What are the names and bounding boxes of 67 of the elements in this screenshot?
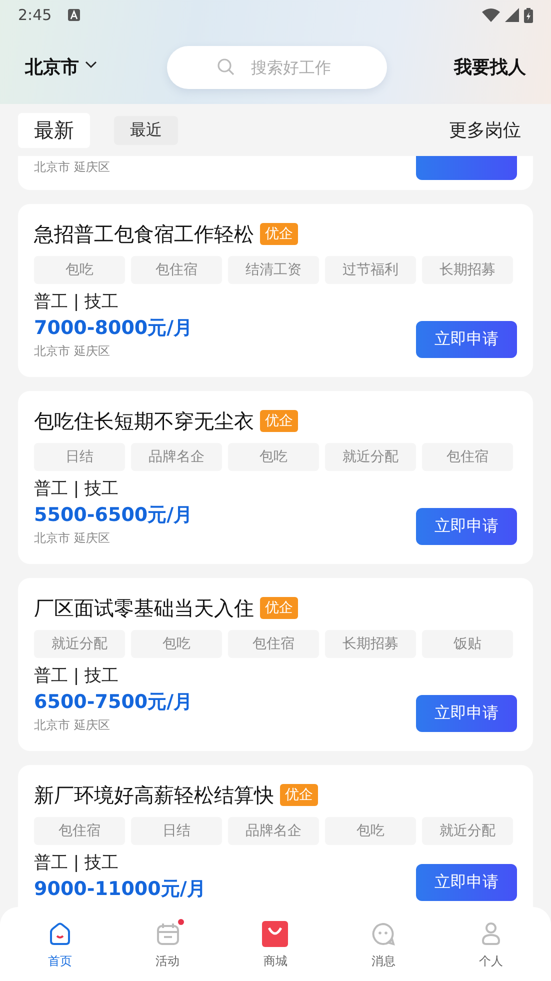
tag: 日结 xyxy=(131,817,222,845)
find-people-link[interactable]: 我要找人 xyxy=(454,55,526,79)
wifi-icon xyxy=(482,8,500,22)
tag: 饭贴 xyxy=(422,630,513,658)
calendar-icon xyxy=(156,922,180,946)
tag: 包住宿 xyxy=(422,443,513,471)
shopping-bag-icon xyxy=(262,921,288,947)
tag: 长期招募 xyxy=(422,256,513,284)
salary-text: 9000-11000元/月 xyxy=(34,877,206,902)
nav-tab[interactable]: 商城 xyxy=(245,921,306,970)
tag: 包住宿 xyxy=(228,630,319,658)
location-text: 北京市 延庆区 xyxy=(34,717,111,734)
job-category: 普工 | 技工 xyxy=(34,852,120,875)
signal-icon xyxy=(505,8,519,22)
location-text: 北京市 延庆区 xyxy=(34,343,111,360)
chevron-down-icon xyxy=(85,61,97,69)
notification-icon xyxy=(68,9,80,21)
tag: 长期招募 xyxy=(325,630,416,658)
badge: 优企 xyxy=(280,784,318,806)
more-jobs-link[interactable]: 更多岗位 xyxy=(449,118,521,142)
badge: 优企 xyxy=(260,223,298,245)
tab[interactable]: 最新 xyxy=(18,112,90,148)
tag: 品牌名企 xyxy=(228,817,319,845)
tag: 包住宿 xyxy=(131,256,222,284)
person-icon xyxy=(481,922,502,946)
tag: 包吃 xyxy=(34,256,125,284)
nav-tab[interactable]: 活动 xyxy=(138,921,198,970)
badge: 优企 xyxy=(260,597,298,619)
job-category: 普工 | 技工 xyxy=(34,291,120,314)
badge: 优企 xyxy=(260,410,298,432)
tag: 包住宿 xyxy=(34,817,125,845)
tag: 品牌名企 xyxy=(131,443,222,471)
apply-button[interactable]: 立即申请 xyxy=(416,864,517,901)
tag: 就近分配 xyxy=(422,817,513,845)
tab[interactable]: 最近 xyxy=(114,116,178,144)
nav-tab[interactable]: 消息 xyxy=(353,921,414,970)
city-selector[interactable]: 北京市 xyxy=(25,55,167,79)
apply-button[interactable]: 立即申请 xyxy=(416,321,517,358)
tag: 包吃 xyxy=(228,443,319,471)
job-title: 包吃住长短期不穿无尘衣 xyxy=(34,408,254,434)
apply-button[interactable]: 立即申请 xyxy=(416,508,517,545)
tag: 就近分配 xyxy=(325,443,416,471)
chat-icon xyxy=(371,922,396,946)
tag: 包吃 xyxy=(325,817,416,845)
tag: 包吃 xyxy=(131,630,222,658)
nav-tab[interactable]: 个人 xyxy=(461,921,522,970)
nav-tab[interactable]: 首页 xyxy=(30,921,90,970)
tag: 日结 xyxy=(34,443,125,471)
status-time: 2:45 xyxy=(18,6,52,24)
home-icon xyxy=(48,922,72,946)
location-text: 北京市 延庆区 xyxy=(34,530,111,547)
tag: 过节福利 xyxy=(325,256,416,284)
search-field[interactable]: 搜索好工作 xyxy=(167,46,387,88)
salary-text: 7000-8000元/月 xyxy=(34,316,193,341)
job-title: 厂区面试零基础当天入住 xyxy=(34,594,254,622)
salary-text: 5500-6500元/月 xyxy=(34,503,193,528)
location-text: 北京市 延庆区 xyxy=(34,159,110,176)
salary-text: 6500-7500元/月 xyxy=(34,690,193,715)
job-title: 急招普工包食宿工作轻松 xyxy=(34,220,254,248)
search-icon xyxy=(217,58,235,76)
job-category: 普工 | 技工 xyxy=(34,665,120,688)
battery-icon xyxy=(524,8,533,22)
job-category: 普工 | 技工 xyxy=(34,478,120,501)
tag: 就近分配 xyxy=(34,630,125,658)
tag: 结清工资 xyxy=(228,256,319,284)
apply-button[interactable]: 立即申请 xyxy=(416,695,517,732)
job-title: 新厂环境好高薪轻松结算快 xyxy=(34,782,274,808)
